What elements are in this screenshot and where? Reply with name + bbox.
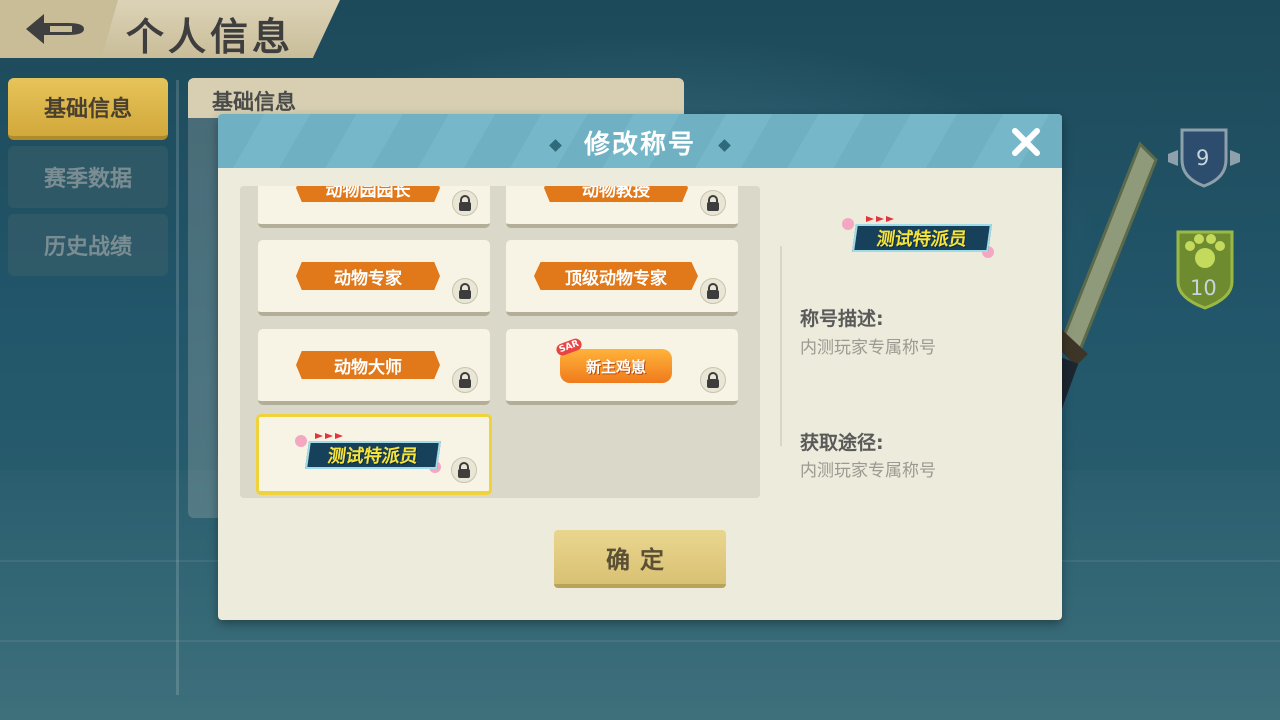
title-card[interactable]: 动物大师 <box>258 329 490 405</box>
title-card[interactable]: 动物专家 <box>258 240 490 316</box>
title-card[interactable]: 动物教授 <box>506 186 738 228</box>
change-title-modal: 修改称号 动物园园长 动物教授 动物专家 顶级动物专家 动物大师 新主鸡崽 SA… <box>218 114 1062 620</box>
nav-divider <box>176 80 179 695</box>
floor-line <box>0 640 1280 642</box>
lock-icon <box>700 190 726 216</box>
shield-level-number: 9 <box>1196 146 1210 170</box>
lock-icon <box>452 367 478 393</box>
description-value: 内测玩家专属称号 <box>800 338 936 358</box>
paw-level-number: 10 <box>1190 276 1217 300</box>
chick-title-badge: 新主鸡崽 <box>560 349 672 383</box>
title-list[interactable]: 动物园园长 动物教授 动物专家 顶级动物专家 动物大师 新主鸡崽 SAR 测试特… <box>240 186 760 498</box>
side-nav: 基础信息 赛季数据 历史战绩 <box>8 78 168 282</box>
lock-icon <box>700 367 726 393</box>
modal-title-row: 修改称号 <box>218 124 1062 161</box>
title-card[interactable]: 顶级动物专家 <box>506 240 738 316</box>
diamond-icon <box>549 139 562 152</box>
title-card-selected[interactable]: 测试特派员 <box>256 414 492 495</box>
lock-icon <box>452 278 478 304</box>
page-title: 个人信息 <box>126 15 295 59</box>
diamond-icon <box>718 139 731 152</box>
back-arrow-icon <box>26 14 84 44</box>
title-ribbon: 动物园园长 <box>296 186 440 202</box>
title-preview: 测试特派员 <box>838 212 998 264</box>
source-label: 获取途径: <box>800 432 884 454</box>
special-title-badge: 测试特派员 <box>289 429 445 477</box>
lock-icon <box>451 457 477 483</box>
source-value: 内测玩家专属称号 <box>800 461 936 481</box>
title-card[interactable]: 动物园园长 <box>258 186 490 228</box>
confirm-button[interactable]: 确定 <box>554 530 726 588</box>
title-ribbon: 顶级动物专家 <box>534 262 698 290</box>
title-ribbon: 动物教授 <box>544 186 688 202</box>
back-button[interactable] <box>0 0 118 58</box>
lock-icon <box>452 190 478 216</box>
lock-icon <box>700 278 726 304</box>
modal-title: 修改称号 <box>583 130 696 160</box>
background-panel-title: 基础信息 <box>212 90 296 114</box>
nav-item-history[interactable]: 历史战绩 <box>8 214 168 276</box>
title-ribbon: 动物大师 <box>296 351 440 379</box>
preview-title-text: 测试特派员 <box>852 224 992 252</box>
description-label: 称号描述: <box>800 308 884 330</box>
nav-item-season-data[interactable]: 赛季数据 <box>8 146 168 208</box>
close-icon[interactable] <box>1010 126 1042 158</box>
nav-item-basic-info[interactable]: 基础信息 <box>8 78 168 140</box>
detail-divider <box>780 246 782 446</box>
title-ribbon: 动物专家 <box>296 262 440 290</box>
title-card[interactable]: 新主鸡崽 SAR <box>506 329 738 405</box>
special-title-text: 测试特派员 <box>305 441 441 469</box>
